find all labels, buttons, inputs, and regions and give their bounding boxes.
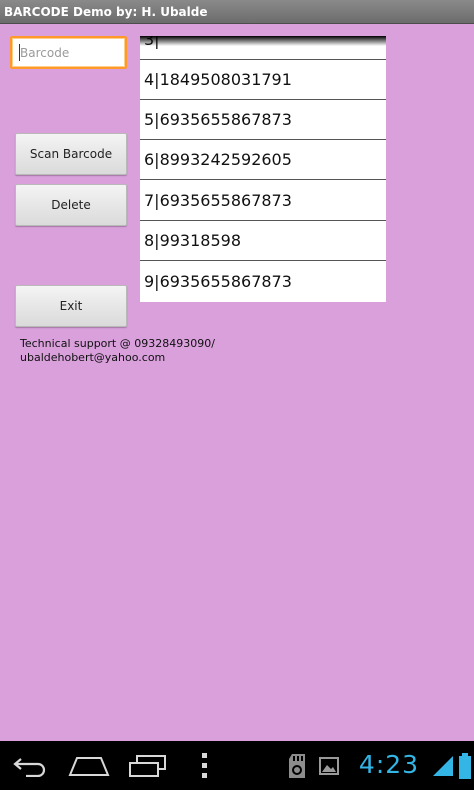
exit-button[interactable]: Exit bbox=[15, 285, 127, 327]
app-title: BARCODE Demo by: H. Ubalde bbox=[4, 5, 208, 19]
list-item[interactable]: 5|6935655867873 bbox=[140, 100, 386, 140]
scan-barcode-button[interactable]: Scan Barcode bbox=[15, 133, 127, 175]
list-item[interactable]: 9|6935655867873 bbox=[140, 262, 386, 302]
recent-apps-icon[interactable] bbox=[124, 741, 170, 790]
home-icon[interactable] bbox=[66, 741, 112, 790]
list-item[interactable]: 6|8993242592605 bbox=[140, 140, 386, 180]
app-title-bar: BARCODE Demo by: H. Ubalde bbox=[0, 0, 474, 24]
barcode-list[interactable]: 3| 4|1849508031791 5|6935655867873 6|899… bbox=[140, 36, 386, 302]
barcode-input[interactable] bbox=[10, 36, 127, 69]
menu-icon[interactable] bbox=[196, 741, 214, 790]
list-scroll-fade bbox=[140, 36, 386, 46]
list-item[interactable]: 7|6935655867873 bbox=[140, 181, 386, 221]
status-clock: 4:23 bbox=[358, 750, 420, 779]
text-cursor bbox=[19, 44, 20, 61]
image-icon bbox=[317, 741, 341, 790]
battery-icon bbox=[458, 741, 472, 790]
sd-card-icon bbox=[286, 741, 308, 790]
list-item[interactable]: 8|99318598 bbox=[140, 221, 386, 261]
support-phone: Technical support @ 09328493090/ bbox=[20, 337, 215, 350]
list-item[interactable]: 4|1849508031791 bbox=[140, 60, 386, 100]
support-info: Technical support @ 09328493090/ ubaldeh… bbox=[20, 337, 280, 365]
wifi-icon bbox=[431, 741, 455, 790]
delete-button[interactable]: Delete bbox=[15, 184, 127, 226]
support-email: ubaldehobert@yahoo.com bbox=[20, 351, 166, 364]
back-icon[interactable] bbox=[8, 741, 52, 790]
